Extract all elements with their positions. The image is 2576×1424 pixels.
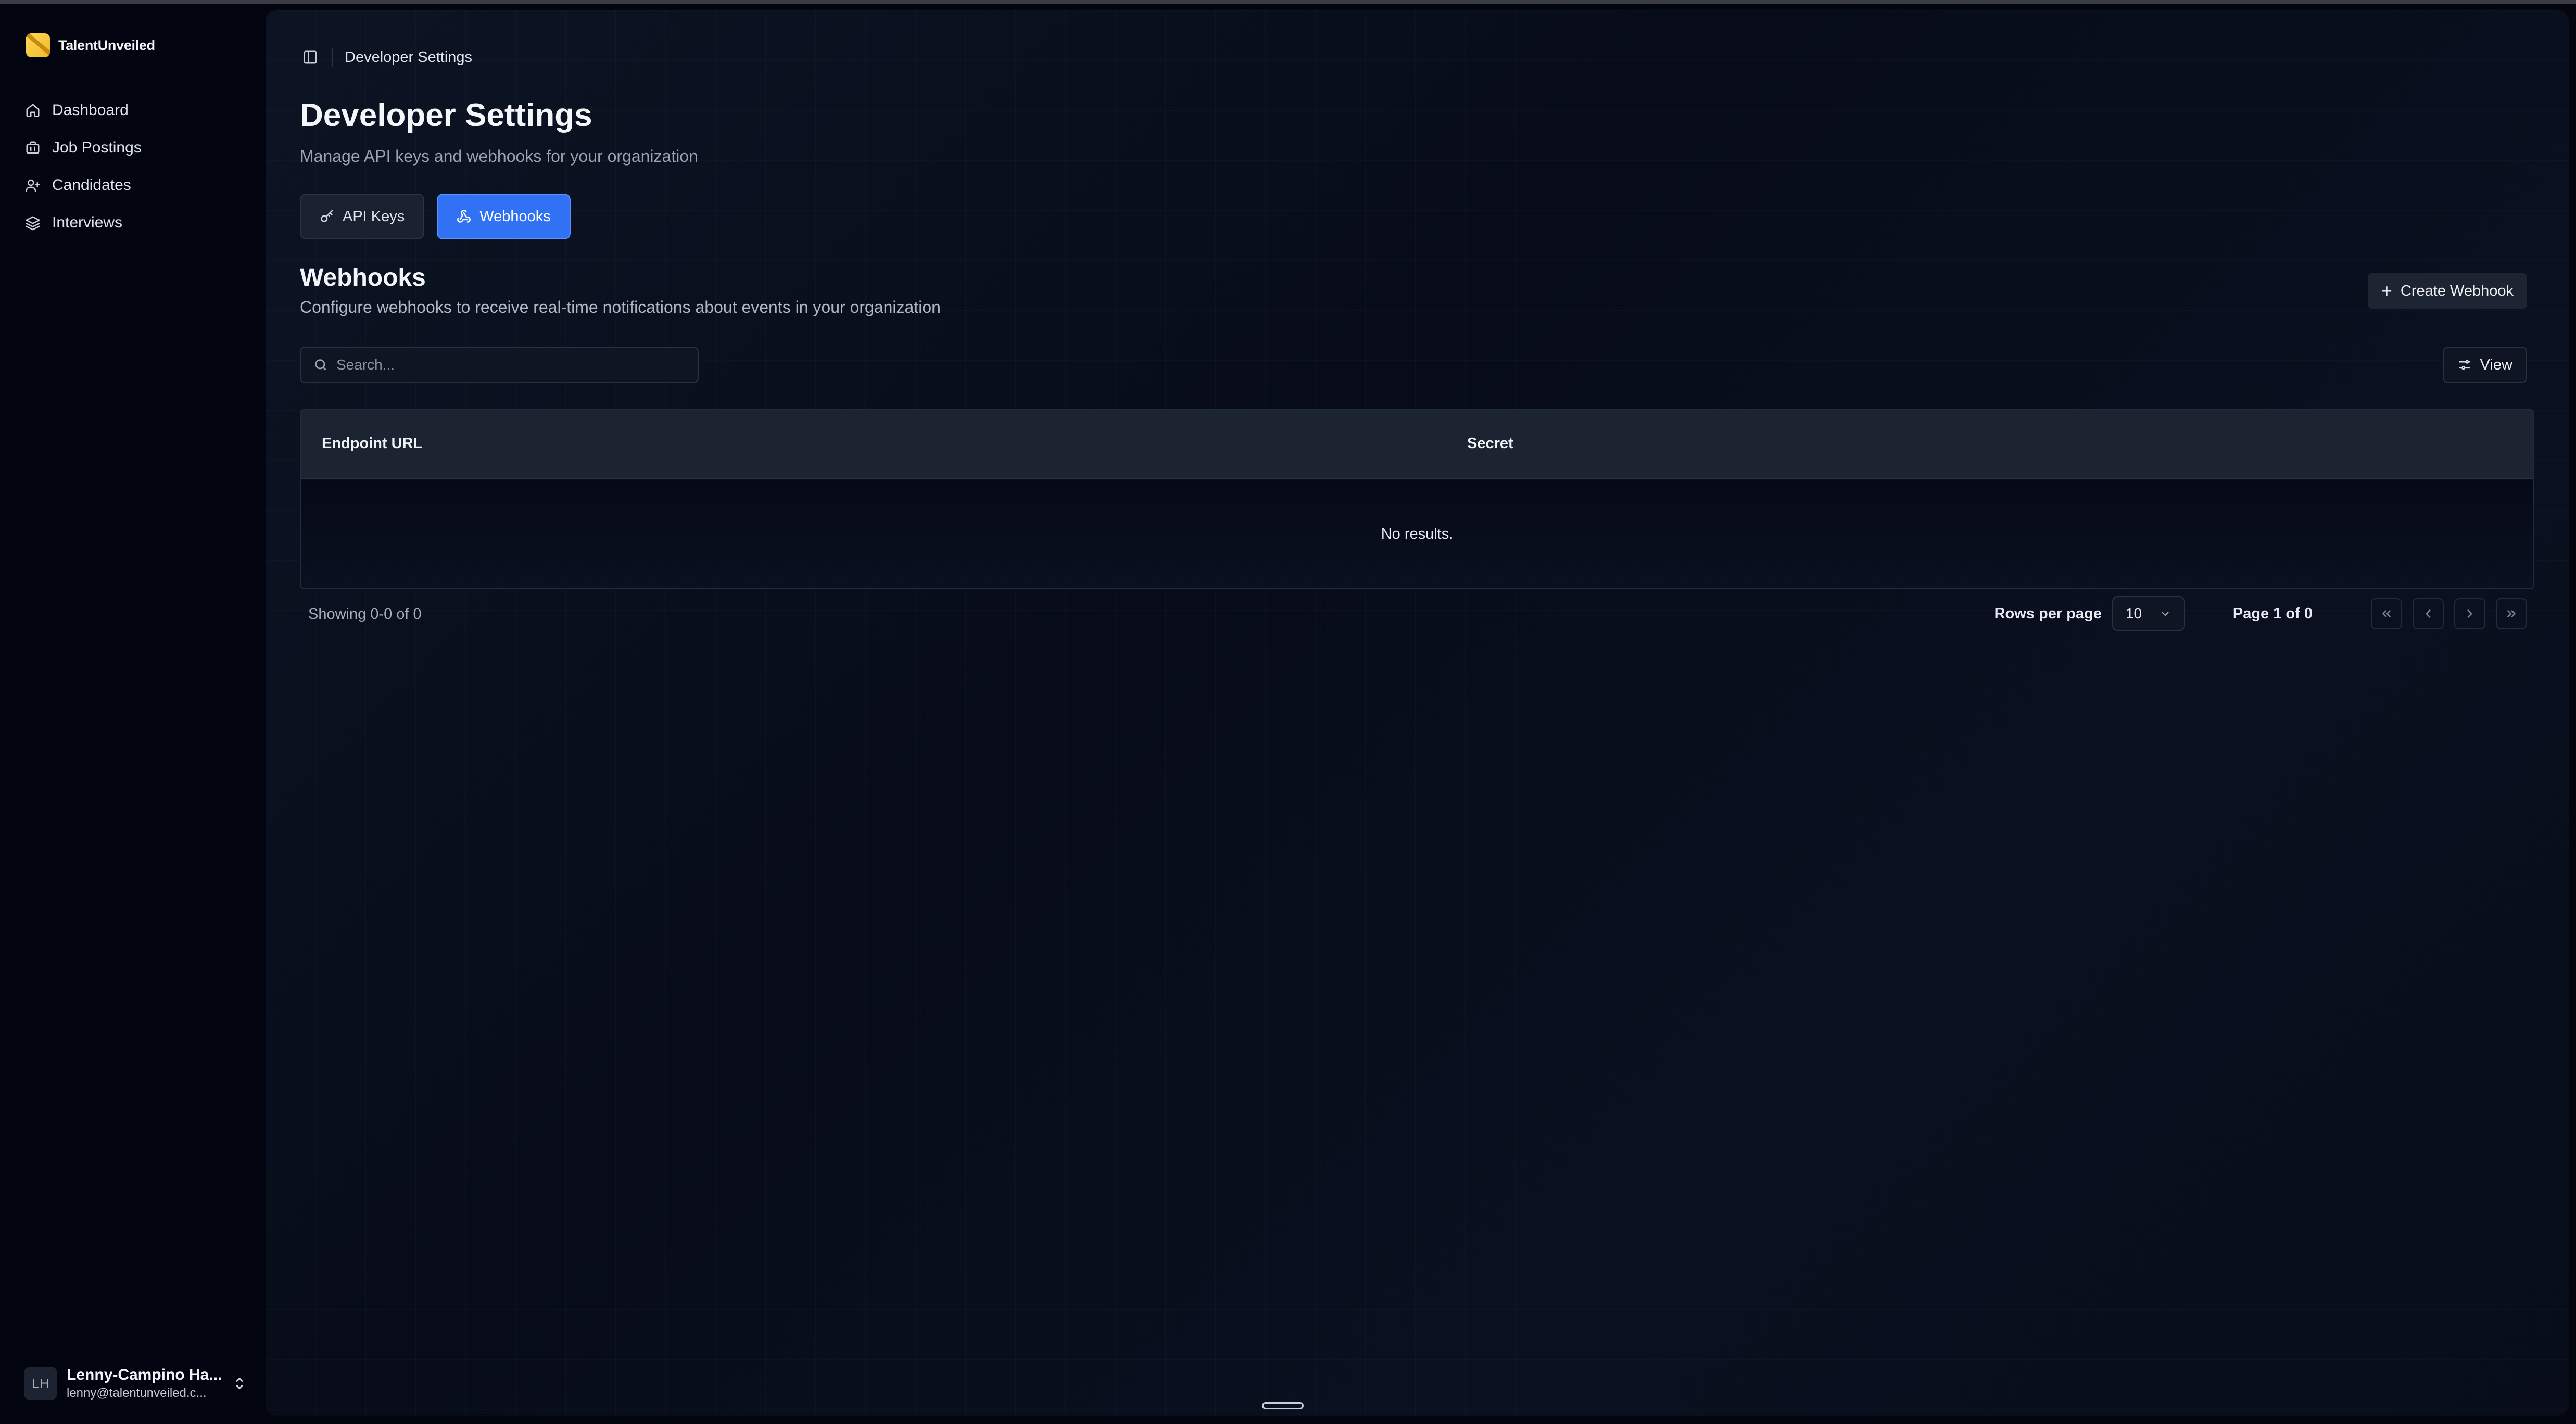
page-subtitle: Manage API keys and webhooks for your or… xyxy=(300,147,698,166)
sidebar-item-dashboard[interactable]: Dashboard xyxy=(25,92,142,129)
section-subtitle: Configure webhooks to receive real-time … xyxy=(300,298,941,316)
webhooks-table: Endpoint URL Secret No results. xyxy=(300,409,2534,589)
table-body: No results. xyxy=(301,479,2533,588)
sidebar-item-job-postings[interactable]: Job Postings xyxy=(25,129,142,167)
column-header-secret[interactable]: Secret xyxy=(1467,435,1513,452)
resize-handle[interactable] xyxy=(1262,1402,1304,1409)
pagination: Rows per page 10 Page 1 of 0 xyxy=(1994,596,2527,631)
last-page-button[interactable] xyxy=(2496,598,2527,629)
search-input[interactable] xyxy=(335,356,681,374)
tab-label: Webhooks xyxy=(479,208,551,225)
page-title: Developer Settings xyxy=(300,97,592,133)
create-webhook-button[interactable]: + Create Webhook xyxy=(2367,273,2527,309)
user-email: lenny@talentunveiled.c... xyxy=(67,1386,207,1400)
divider xyxy=(332,48,333,67)
tab-webhooks[interactable]: Webhooks xyxy=(437,194,571,239)
search-box xyxy=(300,347,699,383)
previous-page-button[interactable] xyxy=(2413,598,2444,629)
sidebar-item-label: Candidates xyxy=(52,176,131,194)
user-menu[interactable]: LH Lenny-Campino Ha... lenny@talentunvei… xyxy=(24,1365,248,1402)
chevron-down-icon xyxy=(2162,612,2169,616)
plus-icon: + xyxy=(2381,280,2392,301)
key-icon xyxy=(321,210,333,222)
create-webhook-label: Create Webhook xyxy=(2400,282,2514,299)
brand[interactable]: TalentUnveiled xyxy=(26,33,155,57)
settings-tabs: API Keys Webhooks xyxy=(300,194,571,239)
page-indicator: Page 1 of 0 xyxy=(2232,605,2313,622)
rows-per-page-value: 10 xyxy=(2125,605,2142,621)
first-page-button[interactable] xyxy=(2371,598,2402,629)
avatar: LH xyxy=(24,1367,57,1400)
panel-left-icon xyxy=(304,50,317,64)
breadcrumb: Developer Settings xyxy=(345,48,473,66)
brand-logo-icon xyxy=(26,33,50,57)
home-icon xyxy=(26,104,40,117)
rows-per-page-select[interactable]: 10 xyxy=(2112,596,2185,631)
webhook-icon xyxy=(457,210,471,223)
briefcase-icon xyxy=(26,141,40,154)
chevrons-left-icon xyxy=(2382,610,2391,617)
topbar: Developer Settings xyxy=(300,47,472,68)
chevrons-up-down-icon xyxy=(236,1377,243,1390)
sidebar-item-candidates[interactable]: Candidates xyxy=(25,167,142,204)
tab-label: API Keys xyxy=(343,208,405,225)
sidebar: TalentUnveiled Dashboard Job Postings Ca… xyxy=(0,4,266,1424)
sidebar-nav: Dashboard Job Postings Candidates Interv… xyxy=(25,92,142,241)
search-icon xyxy=(315,359,326,371)
sidebar-item-interviews[interactable]: Interviews xyxy=(25,204,142,241)
rows-per-page-label: Rows per page xyxy=(1994,605,2102,622)
results-count: Showing 0-0 of 0 xyxy=(308,606,422,622)
column-header-endpoint-url[interactable]: Endpoint URL xyxy=(322,435,422,452)
main-panel: Developer Settings Developer Settings Ma… xyxy=(266,10,2569,1416)
chevron-right-icon xyxy=(2467,609,2472,618)
user-plus-icon xyxy=(26,179,40,192)
layers-icon xyxy=(26,216,40,231)
tab-api-keys[interactable]: API Keys xyxy=(300,194,425,239)
sliders-icon xyxy=(2459,360,2470,370)
user-info: Lenny-Campino Ha... lenny@talentunveiled… xyxy=(67,1366,223,1401)
view-options-button[interactable]: View xyxy=(2442,347,2527,383)
next-page-button[interactable] xyxy=(2454,598,2485,629)
brand-name: TalentUnveiled xyxy=(58,37,155,53)
sidebar-item-label: Interviews xyxy=(52,214,123,231)
empty-state-text: No results. xyxy=(1381,525,1454,542)
sidebar-item-label: Job Postings xyxy=(52,139,142,156)
user-name: Lenny-Campino Ha... xyxy=(67,1366,222,1383)
table-header: Endpoint URL Secret xyxy=(301,410,2533,479)
window-top-edge xyxy=(0,0,2576,4)
section-title: Webhooks xyxy=(300,264,426,291)
chevron-left-icon xyxy=(2426,609,2431,618)
sidebar-item-label: Dashboard xyxy=(52,101,129,119)
view-label: View xyxy=(2480,356,2512,373)
chevrons-right-icon xyxy=(2507,610,2516,617)
sidebar-toggle-button[interactable] xyxy=(300,47,321,68)
